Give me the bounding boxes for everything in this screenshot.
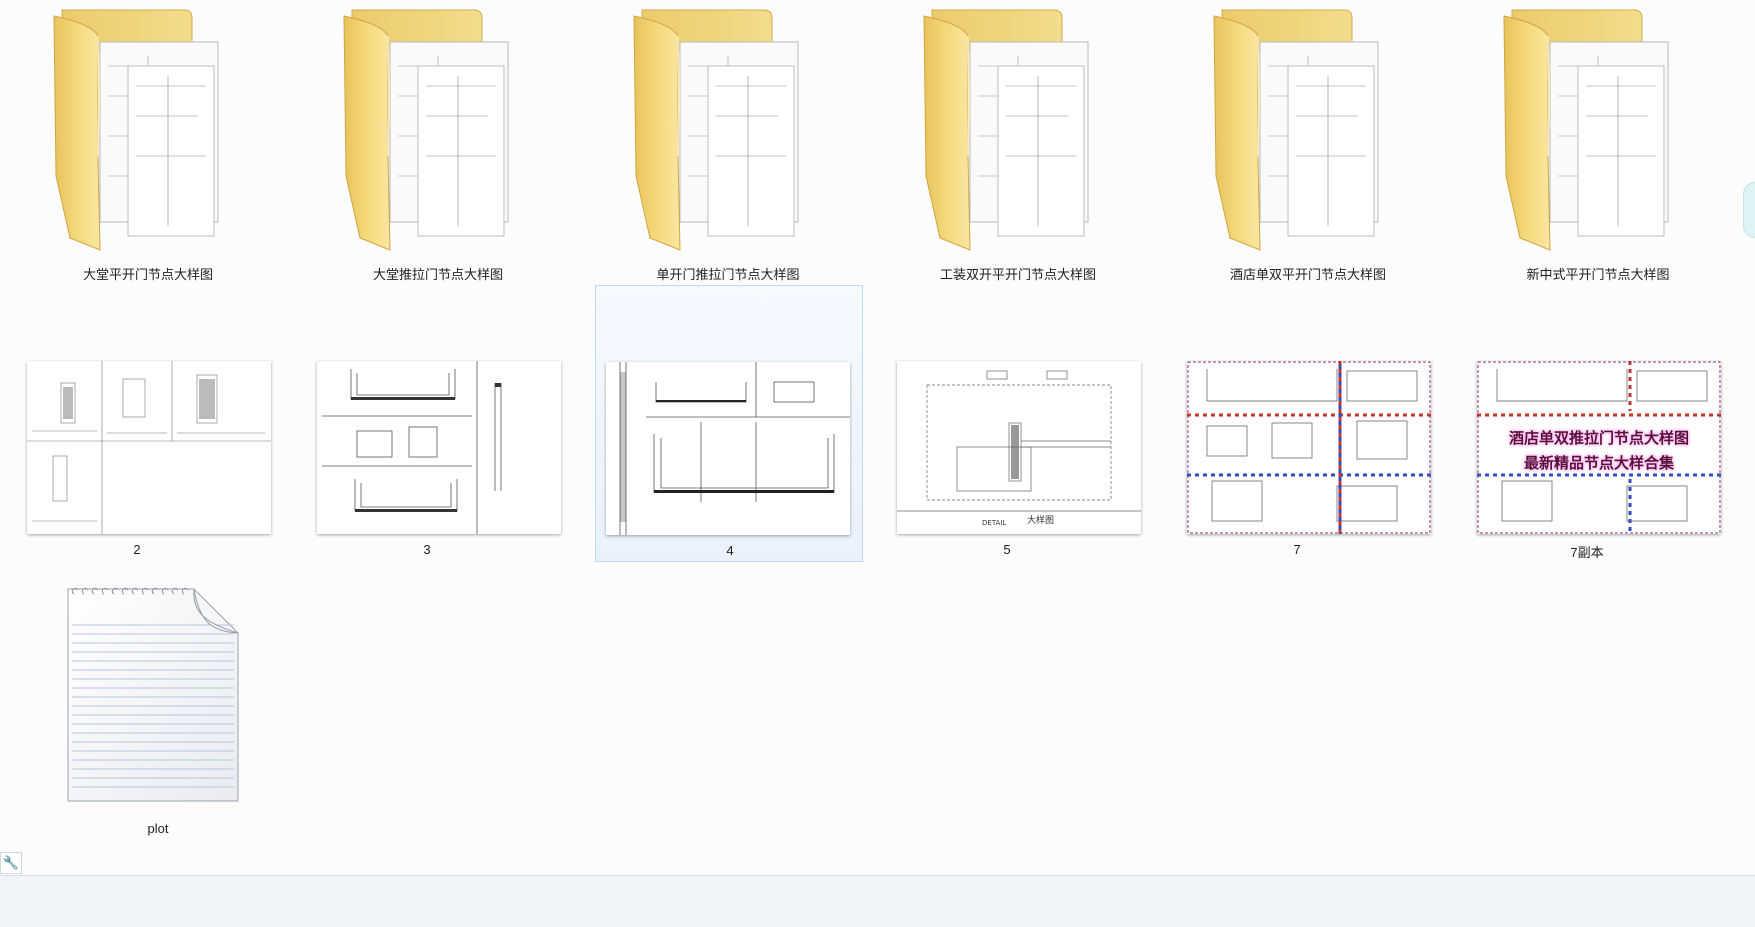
folder-icon	[53, 9, 219, 251]
image-thumbnail	[27, 361, 271, 534]
folder-label: 单开门推拉门节点大样图	[656, 267, 800, 282]
image-label: 3	[423, 542, 431, 557]
image-item[interactable]: DETAIL 大样图 5	[873, 285, 1141, 562]
folder-item[interactable]: 新中式平开门节点大样图	[1464, 0, 1732, 290]
image-label: 5	[1003, 542, 1011, 557]
image-label: 7	[1293, 542, 1301, 557]
image-label: 2	[133, 542, 141, 557]
folder-label: 酒店单双平开门节点大样图	[1229, 267, 1386, 282]
thumb5-title-text: 大样图	[1027, 514, 1054, 526]
image-item[interactable]: 3	[293, 285, 561, 562]
watermark-line1: 酒店单双推拉门节点大样图	[1508, 430, 1689, 447]
folder-item[interactable]: 大堂平开门节点大样图	[14, 0, 282, 290]
image-thumbnail	[317, 361, 561, 534]
folder-label: 工装双开平开门节点大样图	[939, 267, 1096, 282]
image-item[interactable]: 2	[3, 285, 271, 562]
folder-icon	[633, 9, 799, 251]
status-bar	[0, 875, 1755, 927]
document-label: plot	[147, 821, 169, 836]
folder-item[interactable]: 工装双开平开门节点大样图	[884, 0, 1152, 290]
folder-icon	[1503, 9, 1669, 251]
folder-label: 大堂平开门节点大样图	[82, 267, 213, 282]
image-label: 7副本	[1570, 545, 1604, 560]
text-document-icon	[67, 587, 239, 802]
folder-item[interactable]: 酒店单双平开门节点大样图	[1174, 0, 1442, 290]
image-item[interactable]: 4	[595, 285, 863, 562]
image-label: 4	[726, 543, 734, 558]
folder-icon	[923, 9, 1089, 251]
image-item[interactable]: 酒店单双推拉门节点大样图 最新精品节点大样合集 7副本	[1453, 285, 1721, 562]
folder-label: 新中式平开门节点大样图	[1526, 267, 1670, 282]
image-item[interactable]: 7	[1163, 285, 1431, 562]
watermark-line2: 最新精品节点大样合集	[1523, 455, 1674, 472]
image-thumbnail	[606, 362, 850, 535]
thumb5-small-text: DETAIL	[982, 519, 1006, 527]
wrench-icon[interactable]: 🔧	[0, 852, 22, 874]
folder-label: 大堂推拉门节点大样图	[372, 267, 503, 282]
folder-item[interactable]: 单开门推拉门节点大样图	[594, 0, 862, 290]
image-thumbnail: DETAIL 大样图	[897, 361, 1141, 534]
folder-item[interactable]: 大堂推拉门节点大样图	[304, 0, 572, 290]
folder-icon	[1213, 9, 1379, 251]
scroll-indicator[interactable]	[1743, 182, 1755, 238]
folder-icon	[343, 9, 509, 251]
image-thumbnail	[1187, 361, 1431, 534]
document-item[interactable]: plot	[24, 570, 292, 840]
image-thumbnail: 酒店单双推拉门节点大样图 最新精品节点大样合集	[1477, 361, 1721, 534]
file-view: 大堂平开门节点大样图 大堂推拉门节点大样图 单开门推拉门节点大样图 工装双开平开…	[0, 0, 1755, 875]
